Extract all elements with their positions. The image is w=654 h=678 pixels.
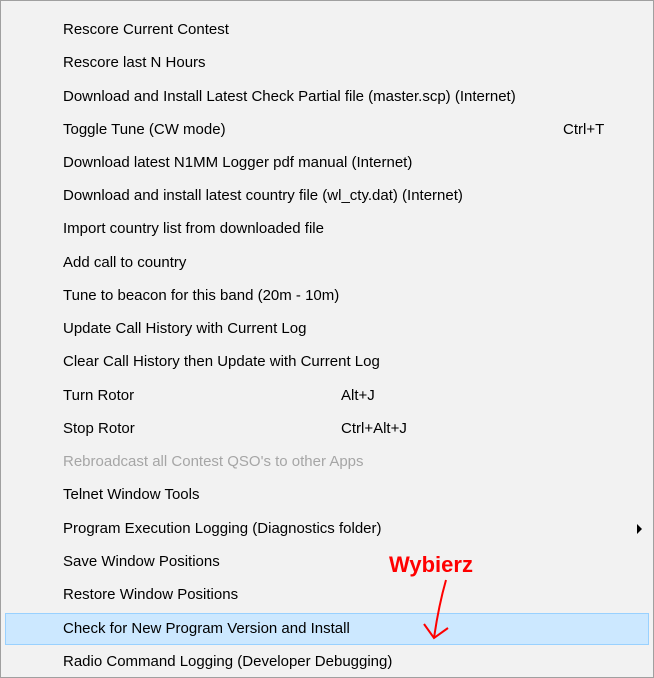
menu-item-label: Tune to beacon for this band (20m - 10m) xyxy=(63,287,340,304)
menu-item-label: Rescore Current Contest xyxy=(63,21,229,38)
menu-item-download-country-file[interactable]: Download and install latest country file… xyxy=(5,180,649,212)
menu-item-restore-window-positions[interactable]: Restore Window Positions xyxy=(5,579,649,611)
menu-item-label: Download and install latest country file… xyxy=(63,187,463,204)
submenu-arrow-icon xyxy=(637,524,642,534)
menu-item-download-pdf-manual[interactable]: Download latest N1MM Logger pdf manual (… xyxy=(5,147,649,179)
menu-item-radio-command-logging[interactable]: Radio Command Logging (Developer Debuggi… xyxy=(5,646,649,678)
menu-item-rescore-current-contest[interactable]: Rescore Current Contest xyxy=(5,14,649,46)
menu-item-label: Clear Call History then Update with Curr… xyxy=(63,353,380,370)
menu-item-add-call-to-country[interactable]: Add call to country xyxy=(5,247,649,279)
menu-item-label: Download and Install Latest Check Partia… xyxy=(63,88,516,105)
menu-item-label: Add call to country xyxy=(63,254,187,271)
menu-item-label: Rescore last N Hours xyxy=(63,54,206,71)
menu-item-rescore-last-n-hours[interactable]: Rescore last N Hours xyxy=(5,47,649,79)
menu-item-label: Radio Command Logging (Developer Debuggi… xyxy=(63,653,393,670)
menu-item-label: Import country list from downloaded file xyxy=(63,220,324,237)
annotation-label: Wybierz xyxy=(389,552,473,577)
menu-item-toggle-tune[interactable]: Toggle Tune (CW mode) Ctrl+T xyxy=(5,114,649,146)
menu-item-label: Check for New Program Version and Instal… xyxy=(63,620,350,637)
menu-item-stop-rotor[interactable]: Stop Rotor Ctrl+Alt+J xyxy=(5,413,649,445)
menu-item-download-check-partial[interactable]: Download and Install Latest Check Partia… xyxy=(5,81,649,113)
menu-item-shortcut: Alt+J xyxy=(341,387,375,404)
menu-item-label: Turn Rotor xyxy=(63,387,135,404)
menu-item-label: Rebroadcast all Contest QSO's to other A… xyxy=(63,453,364,470)
menu-item-clear-call-history[interactable]: Clear Call History then Update with Curr… xyxy=(5,346,649,378)
menu-item-telnet-window-tools[interactable]: Telnet Window Tools xyxy=(5,479,649,511)
menu-item-label: Toggle Tune (CW mode) xyxy=(63,121,226,138)
menu-item-program-execution-logging[interactable]: Program Execution Logging (Diagnostics f… xyxy=(5,513,649,545)
menu-item-label: Update Call History with Current Log xyxy=(63,320,307,337)
menu-item-update-call-history[interactable]: Update Call History with Current Log xyxy=(5,313,649,345)
menu-item-import-country-list[interactable]: Import country list from downloaded file xyxy=(5,213,649,245)
menu-item-label: Program Execution Logging (Diagnostics f… xyxy=(63,520,382,537)
menu-item-tune-to-beacon[interactable]: Tune to beacon for this band (20m - 10m) xyxy=(5,280,649,312)
menu-item-label: Stop Rotor xyxy=(63,420,135,437)
red-arrow-icon xyxy=(423,579,449,640)
menu-item-check-new-version[interactable]: Check for New Program Version and Instal… xyxy=(5,613,649,645)
menu-item-save-window-positions[interactable]: Save Window Positions xyxy=(5,546,649,578)
menu-item-rebroadcast-qsos: Rebroadcast all Contest QSO's to other A… xyxy=(5,446,649,478)
menu-item-turn-rotor[interactable]: Turn Rotor Alt+J xyxy=(5,380,649,412)
menu-item-label: Telnet Window Tools xyxy=(63,486,200,503)
context-menu: Rescore Current Contest Rescore last N H… xyxy=(0,0,654,678)
menu-item-shortcut: Ctrl+Alt+J xyxy=(341,420,407,437)
menu-item-shortcut: Ctrl+T xyxy=(563,121,605,138)
menu-item-label: Restore Window Positions xyxy=(63,586,239,603)
menu-item-label: Save Window Positions xyxy=(63,553,220,570)
menu-item-label: Download latest N1MM Logger pdf manual (… xyxy=(63,154,413,171)
